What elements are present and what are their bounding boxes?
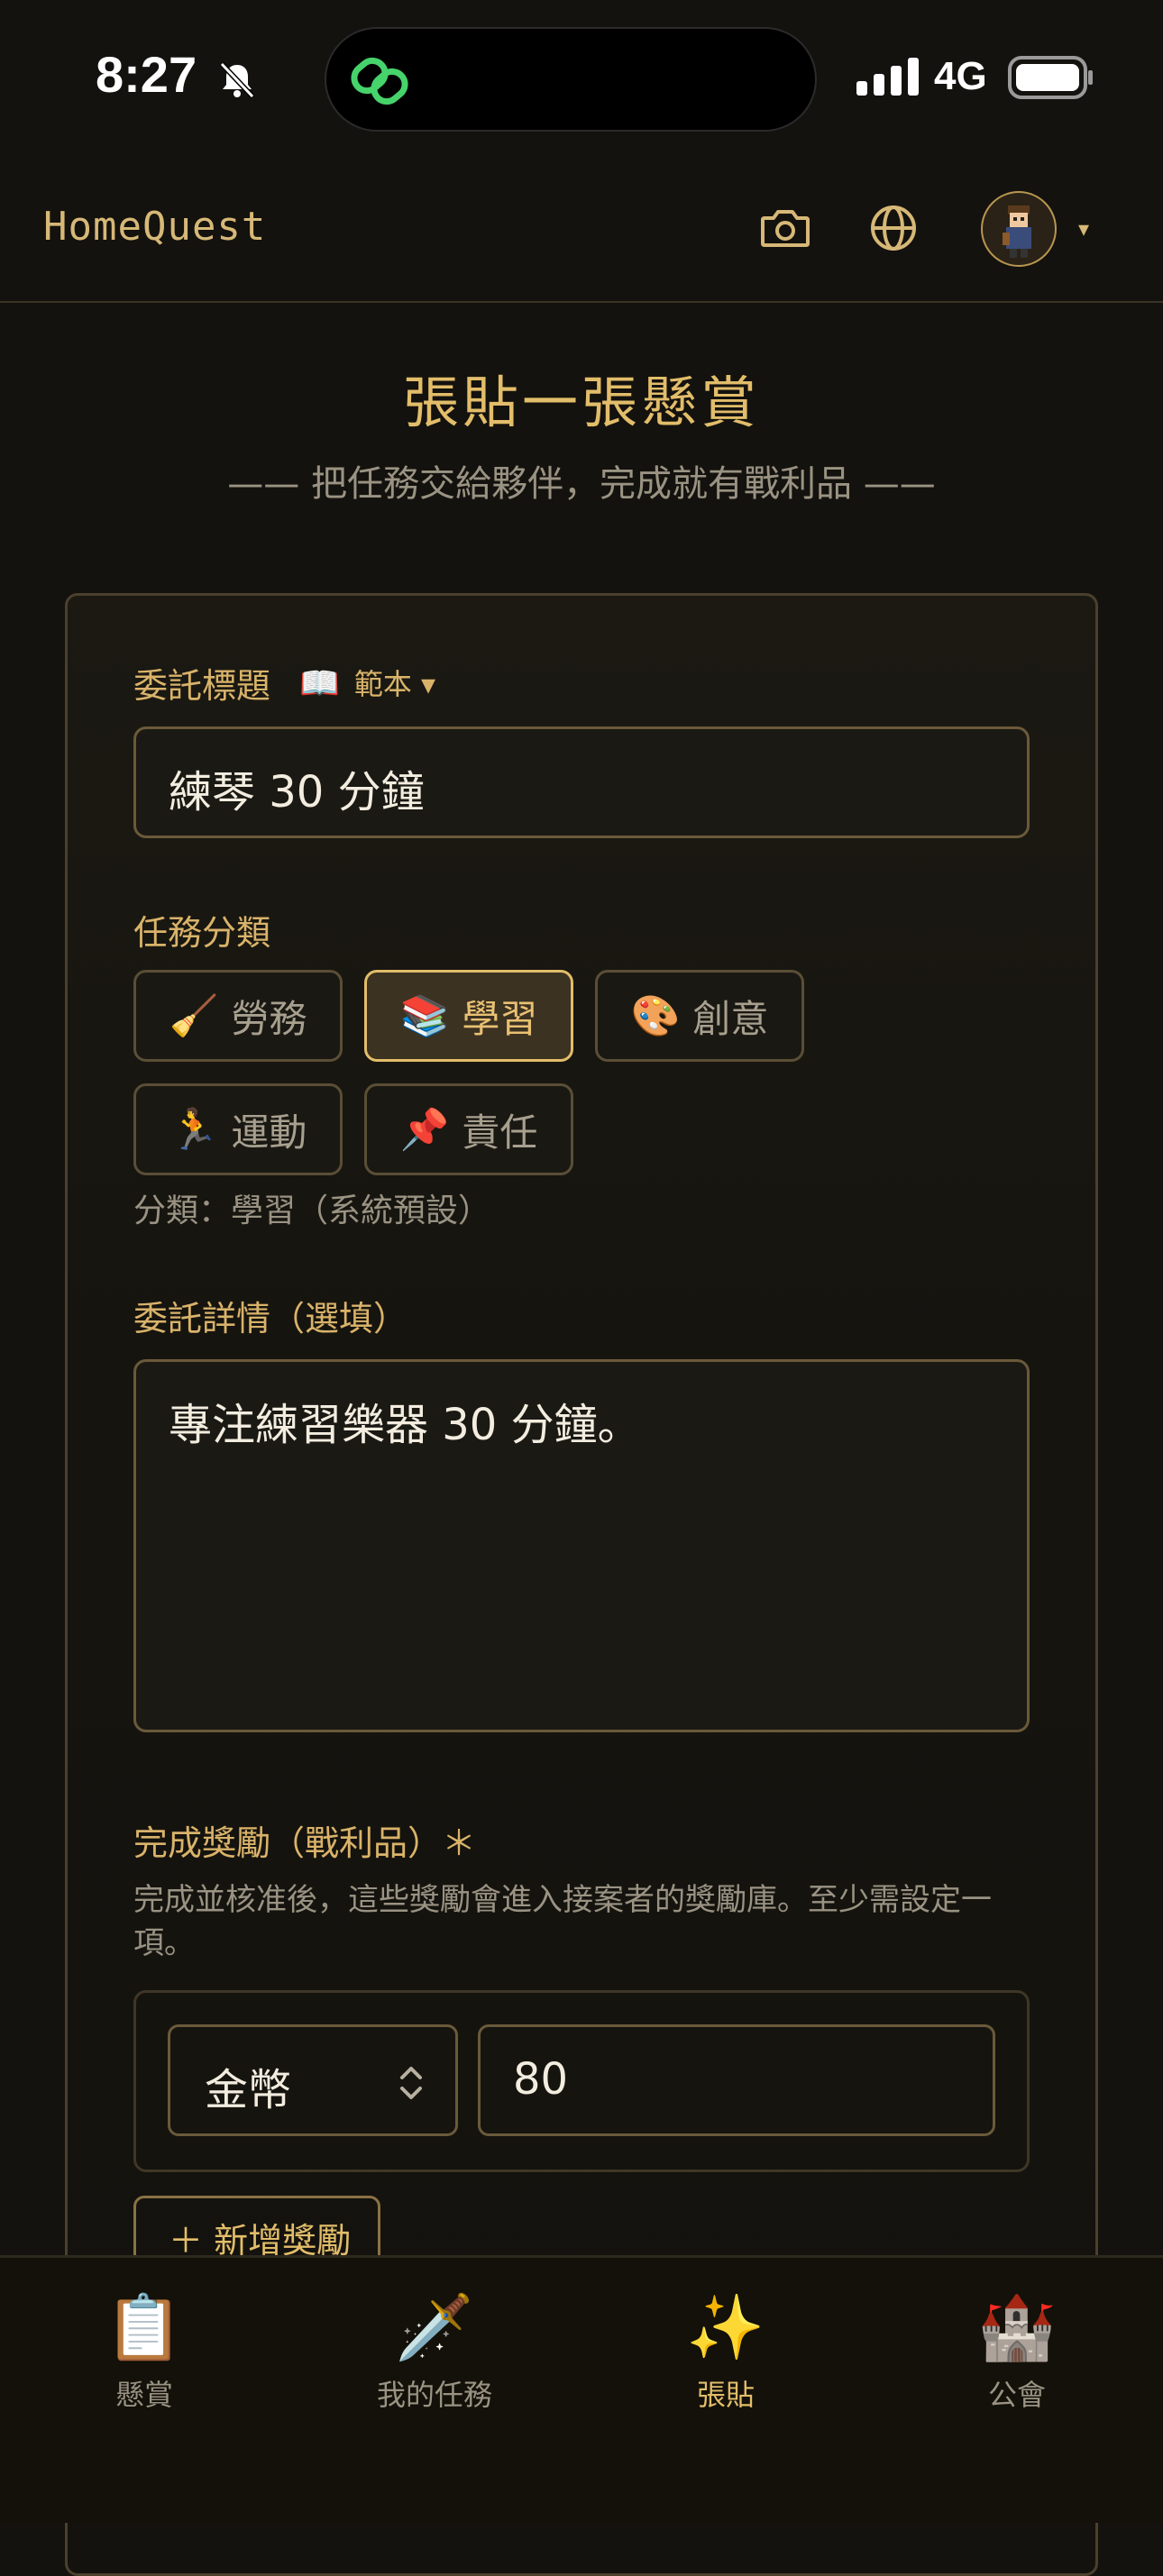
title-input-value: 練琴 30 分鐘 — [169, 767, 425, 818]
title-input[interactable]: 練琴 30 分鐘 — [133, 726, 1030, 838]
page-title: 張貼一張懸賞 — [402, 370, 760, 435]
category-chip-study[interactable]: 📚 學習 — [364, 970, 573, 1062]
status-time: 8:27 — [96, 46, 197, 103]
pushpin-icon: 📌 — [399, 1107, 450, 1153]
category-chip-sports[interactable]: 🏃 運動 — [133, 1083, 343, 1175]
details-textarea-value: 專注練習樂器 30 分鐘。 — [169, 1400, 641, 1450]
runner-icon: 🏃 — [169, 1107, 219, 1153]
reward-type-value: 金幣 — [205, 2065, 292, 2115]
reward-type-select[interactable]: 金幣 — [168, 2024, 458, 2136]
tab-my-quests[interactable]: 🗡️ 我的任務 — [344, 2289, 525, 2414]
category-chip-label: 勞務 — [231, 996, 307, 1041]
category-field-label: 任務分類 — [133, 913, 271, 953]
camera-icon[interactable] — [759, 202, 811, 258]
signal-icon — [856, 58, 921, 99]
category-chip-creative[interactable]: 🎨 創意 — [595, 970, 804, 1062]
avatar[interactable] — [981, 191, 1057, 267]
details-field-label: 委託詳情（選填） — [133, 1299, 408, 1338]
header-divider — [0, 301, 1163, 303]
network-type: 4G — [934, 54, 987, 98]
palette-icon: 🎨 — [630, 993, 681, 1039]
category-chip-responsibility[interactable]: 📌 責任 — [364, 1083, 573, 1175]
reward-field-label: 完成獎勵（戰利品）＊ — [133, 1823, 477, 1863]
sparkles-icon: ✨ — [686, 2290, 765, 2364]
dagger-icon: 🗡️ — [395, 2290, 474, 2364]
tab-label: 張貼 — [696, 2378, 755, 2412]
books-icon: 📚 — [399, 993, 450, 1039]
details-textarea[interactable]: 專注練習樂器 30 分鐘。 — [133, 1359, 1030, 1732]
tab-post[interactable]: ✨ 張貼 — [636, 2289, 816, 2414]
book-icon: 📖 — [299, 665, 340, 702]
category-chip-label: 創意 — [692, 996, 769, 1041]
app-brand[interactable]: HomeQuest — [43, 204, 266, 250]
clipboard-icon: 📋 — [105, 2290, 184, 2364]
tab-bounties[interactable]: 📋 懸賞 — [54, 2289, 234, 2414]
pixel-hero-avatar-icon — [1003, 206, 1031, 258]
title-field-label: 委託標題 — [133, 666, 271, 706]
template-label: 範本 ▾ — [353, 667, 436, 701]
avatar-dropdown-caret[interactable]: ▾ — [1078, 216, 1089, 242]
globe-icon[interactable] — [867, 202, 920, 258]
page-subtitle: —— 把任務交給夥伴，完成就有戰利品 —— — [227, 463, 936, 505]
reward-amount-value: 80 — [513, 2054, 569, 2105]
tab-label: 我的任務 — [376, 2378, 492, 2412]
tab-guild[interactable]: 🏰 公會 — [927, 2289, 1107, 2414]
tab-label: 懸賞 — [114, 2378, 173, 2412]
bell-muted-icon — [216, 59, 258, 105]
template-dropdown[interactable]: 📖 範本 ▾ — [299, 662, 435, 703]
dynamic-island — [325, 27, 817, 132]
category-chip-label: 運動 — [231, 1110, 307, 1155]
category-note: 分類：學習（系統預設） — [133, 1192, 491, 1229]
category-chip-chores[interactable]: 🧹 勞務 — [133, 970, 343, 1062]
link-icon — [348, 49, 413, 117]
broom-icon: 🧹 — [169, 993, 219, 1039]
category-chip-label: 學習 — [462, 996, 538, 1041]
select-updown-icon — [398, 2063, 425, 2106]
reward-description: 完成並核准後，這些獎勵會進入接案者的獎勵庫。至少需設定一項。 — [133, 1882, 992, 1961]
tab-label: 公會 — [987, 2378, 1046, 2412]
category-chip-label: 責任 — [462, 1110, 538, 1155]
reward-amount-input[interactable]: 80 — [478, 2024, 995, 2136]
battery-icon — [1008, 56, 1094, 103]
castle-icon: 🏰 — [977, 2290, 1057, 2364]
